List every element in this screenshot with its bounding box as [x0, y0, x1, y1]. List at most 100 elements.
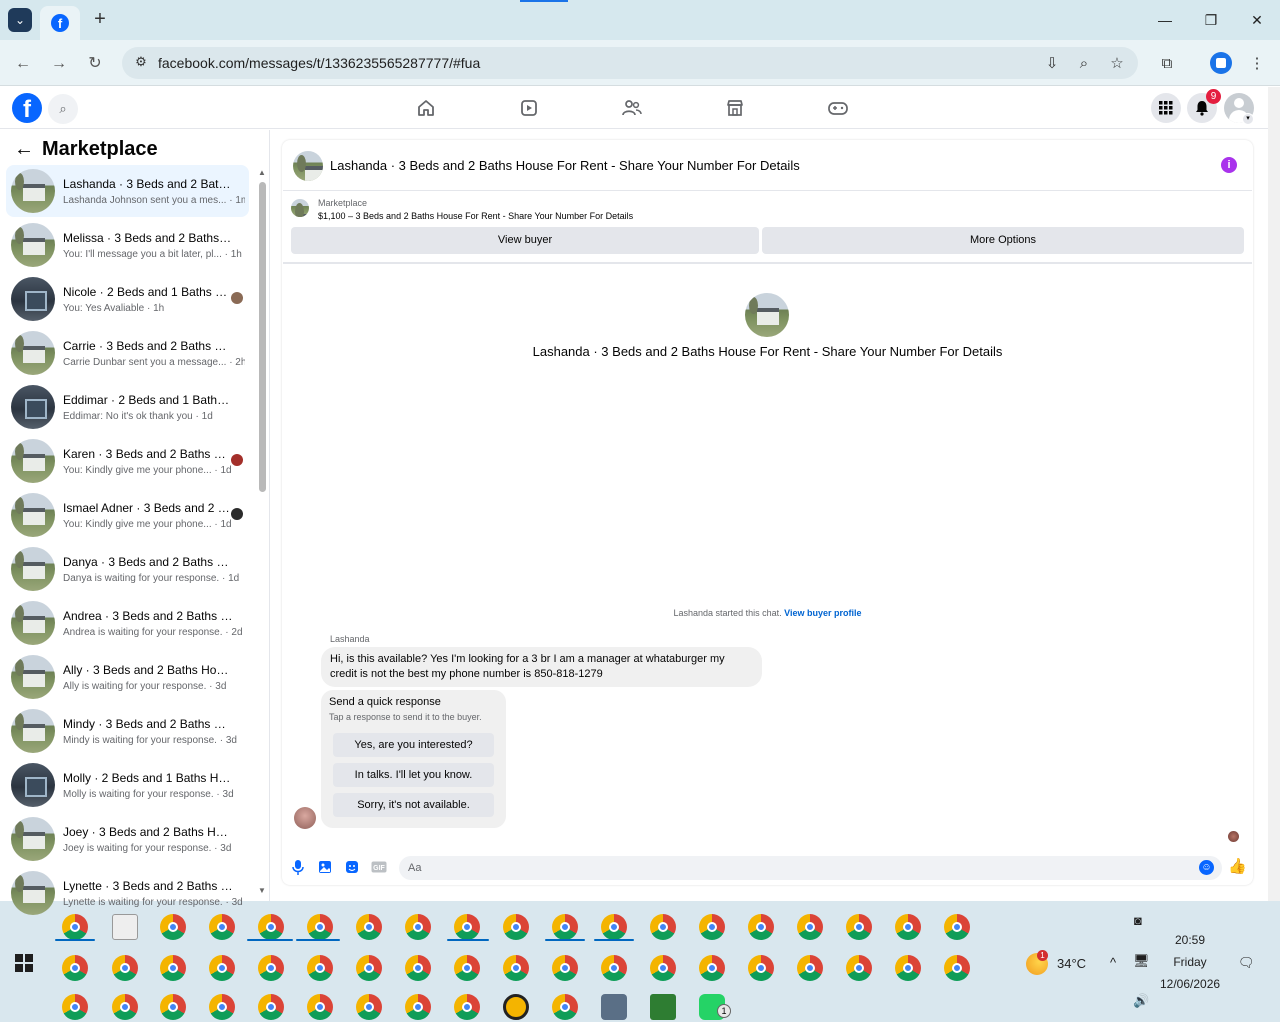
- page-scrollbar[interactable]: [1268, 87, 1280, 901]
- chrome-taskbar-icon[interactable]: [112, 994, 138, 1020]
- back-button[interactable]: ←: [12, 53, 34, 75]
- chrome-taskbar-icon[interactable]: [209, 955, 235, 981]
- chrome-taskbar-icon[interactable]: [650, 914, 676, 940]
- chrome-taskbar-icon[interactable]: [454, 955, 480, 981]
- site-settings-icon[interactable]: ⚙: [132, 53, 150, 71]
- contacts-taskbar-icon[interactable]: [601, 994, 627, 1020]
- browser-menu-icon[interactable]: ⋮: [1246, 53, 1268, 75]
- profile-icon[interactable]: [1210, 52, 1232, 74]
- listing-thumbnail[interactable]: [291, 199, 309, 217]
- facebook-logo-icon[interactable]: f: [12, 93, 42, 123]
- conversation-item[interactable]: Ally · 3 Beds and 2 Baths House For Rent…: [6, 651, 249, 703]
- extensions-icon[interactable]: ⧉: [1156, 53, 1178, 75]
- conversation-item[interactable]: Melissa · 3 Beds and 2 Baths House For R…: [6, 219, 249, 271]
- url-text[interactable]: facebook.com/messages/t/1336235565287777…: [158, 54, 480, 72]
- view-buyer-button[interactable]: View buyer: [291, 227, 759, 254]
- notification-center-icon[interactable]: 🗨: [1238, 955, 1255, 971]
- chrome-taskbar-icon[interactable]: [748, 955, 774, 981]
- video-icon[interactable]: [516, 96, 542, 120]
- chrome-taskbar-icon[interactable]: [650, 955, 676, 981]
- clock-day[interactable]: Friday: [1160, 955, 1220, 970]
- gaming-icon[interactable]: [825, 96, 851, 120]
- chrome-taskbar-icon[interactable]: [895, 914, 921, 940]
- conversation-item[interactable]: Karen · 3 Beds and 2 Baths House For Ren…: [6, 435, 249, 487]
- emoji-icon[interactable]: ☺: [1199, 860, 1214, 875]
- meet-now-icon[interactable]: ◙: [1134, 913, 1142, 929]
- sticker-icon[interactable]: [344, 859, 360, 875]
- chrome-taskbar-icon[interactable]: [846, 955, 872, 981]
- quick-response-yes-button[interactable]: Yes, are you interested?: [333, 733, 494, 757]
- chrome-taskbar-icon[interactable]: [307, 914, 333, 940]
- chrome-taskbar-icon[interactable]: [307, 955, 333, 981]
- marketplace-icon[interactable]: [722, 96, 748, 120]
- menu-grid-icon[interactable]: [1151, 93, 1181, 123]
- browser-tab-facebook[interactable]: f: [40, 6, 80, 40]
- chrome-taskbar-icon[interactable]: [356, 994, 382, 1020]
- microphone-icon[interactable]: [290, 859, 306, 875]
- chrome-taskbar-icon[interactable]: [160, 914, 186, 940]
- chrome-taskbar-icon[interactable]: [601, 914, 627, 940]
- install-app-icon[interactable]: ⇩: [1041, 53, 1063, 75]
- chrome-taskbar-icon[interactable]: [699, 955, 725, 981]
- chrome-taskbar-icon[interactable]: [846, 914, 872, 940]
- file-taskbar-icon[interactable]: [112, 914, 138, 940]
- listing-title[interactable]: $1,100 – 3 Beds and 2 Baths House For Re…: [318, 211, 633, 222]
- chrome-taskbar-icon[interactable]: [62, 955, 88, 981]
- photo-icon[interactable]: [317, 859, 333, 875]
- chrome-taskbar-icon[interactable]: [356, 914, 382, 940]
- sender-avatar[interactable]: [294, 807, 316, 829]
- chrome-taskbar-icon[interactable]: [356, 955, 382, 981]
- chrome-taskbar-icon[interactable]: [405, 994, 431, 1020]
- chat-header-avatar[interactable]: [293, 151, 323, 181]
- app-taskbar-icon[interactable]: [503, 994, 529, 1020]
- chrome-taskbar-icon[interactable]: [895, 955, 921, 981]
- chrome-taskbar-icon[interactable]: [552, 914, 578, 940]
- scroll-down-arrow-icon[interactable]: ▼: [258, 886, 266, 895]
- conversation-item[interactable]: Joey · 3 Beds and 2 Baths House For Rent…: [6, 813, 249, 865]
- chrome-taskbar-icon[interactable]: [209, 914, 235, 940]
- chrome-taskbar-icon[interactable]: [160, 994, 186, 1020]
- back-arrow-icon[interactable]: ←: [14, 139, 34, 159]
- restore-button[interactable]: ❐: [1196, 10, 1226, 30]
- quick-response-not-available-button[interactable]: Sorry, it's not available.: [333, 793, 494, 817]
- chrome-taskbar-icon[interactable]: [454, 994, 480, 1020]
- volume-icon[interactable]: 🔊: [1133, 993, 1149, 1009]
- forward-button[interactable]: →: [48, 53, 70, 75]
- conversation-item[interactable]: Danya · 3 Beds and 2 Baths House For Ren…: [6, 543, 249, 595]
- chrome-taskbar-icon[interactable]: [601, 955, 627, 981]
- chrome-taskbar-icon[interactable]: [258, 914, 284, 940]
- sidebar-scrollbar-thumb[interactable]: [259, 182, 266, 492]
- friends-icon[interactable]: [619, 96, 645, 120]
- conversation-item[interactable]: Lashanda · 3 Beds and 2 Baths House For …: [6, 165, 249, 217]
- message-input-placeholder[interactable]: Aa: [408, 861, 421, 875]
- chrome-taskbar-icon[interactable]: [307, 994, 333, 1020]
- conversation-item[interactable]: Mindy · 3 Beds and 2 Baths House For Ren…: [6, 705, 249, 757]
- chrome-taskbar-icon[interactable]: [552, 994, 578, 1020]
- thumbs-up-icon[interactable]: 👍: [1228, 858, 1247, 875]
- chevron-up-icon[interactable]: ^: [1110, 955, 1116, 971]
- close-window-button[interactable]: ✕: [1242, 10, 1272, 30]
- home-icon[interactable]: [413, 96, 439, 120]
- more-options-button[interactable]: More Options: [762, 227, 1244, 254]
- chrome-taskbar-icon[interactable]: [797, 914, 823, 940]
- chrome-taskbar-icon[interactable]: [944, 955, 970, 981]
- chrome-taskbar-icon[interactable]: [258, 994, 284, 1020]
- clock-time[interactable]: 20:59: [1160, 933, 1220, 948]
- chrome-taskbar-icon[interactable]: [160, 955, 186, 981]
- bookmark-star-icon[interactable]: ☆: [1106, 53, 1128, 75]
- zoom-icon[interactable]: ⌕: [1073, 53, 1095, 75]
- chrome-taskbar-icon[interactable]: [552, 955, 578, 981]
- tab-search-button[interactable]: ⌄: [8, 8, 32, 32]
- chrome-taskbar-icon[interactable]: [62, 914, 88, 940]
- search-icon[interactable]: ⌕: [48, 94, 78, 124]
- info-icon[interactable]: i: [1221, 157, 1237, 173]
- minimize-button[interactable]: —: [1150, 10, 1180, 30]
- chrome-taskbar-icon[interactable]: [405, 955, 431, 981]
- chrome-taskbar-icon[interactable]: [944, 914, 970, 940]
- chrome-taskbar-icon[interactable]: [62, 994, 88, 1020]
- chrome-taskbar-icon[interactable]: [112, 955, 138, 981]
- conversation-item[interactable]: Molly · 2 Beds and 1 Baths House For Ren…: [6, 759, 249, 811]
- gif-icon[interactable]: GIF: [371, 859, 387, 875]
- chat-title[interactable]: Lashanda · 3 Beds and 2 Baths House For …: [330, 158, 800, 174]
- chrome-taskbar-icon[interactable]: [503, 955, 529, 981]
